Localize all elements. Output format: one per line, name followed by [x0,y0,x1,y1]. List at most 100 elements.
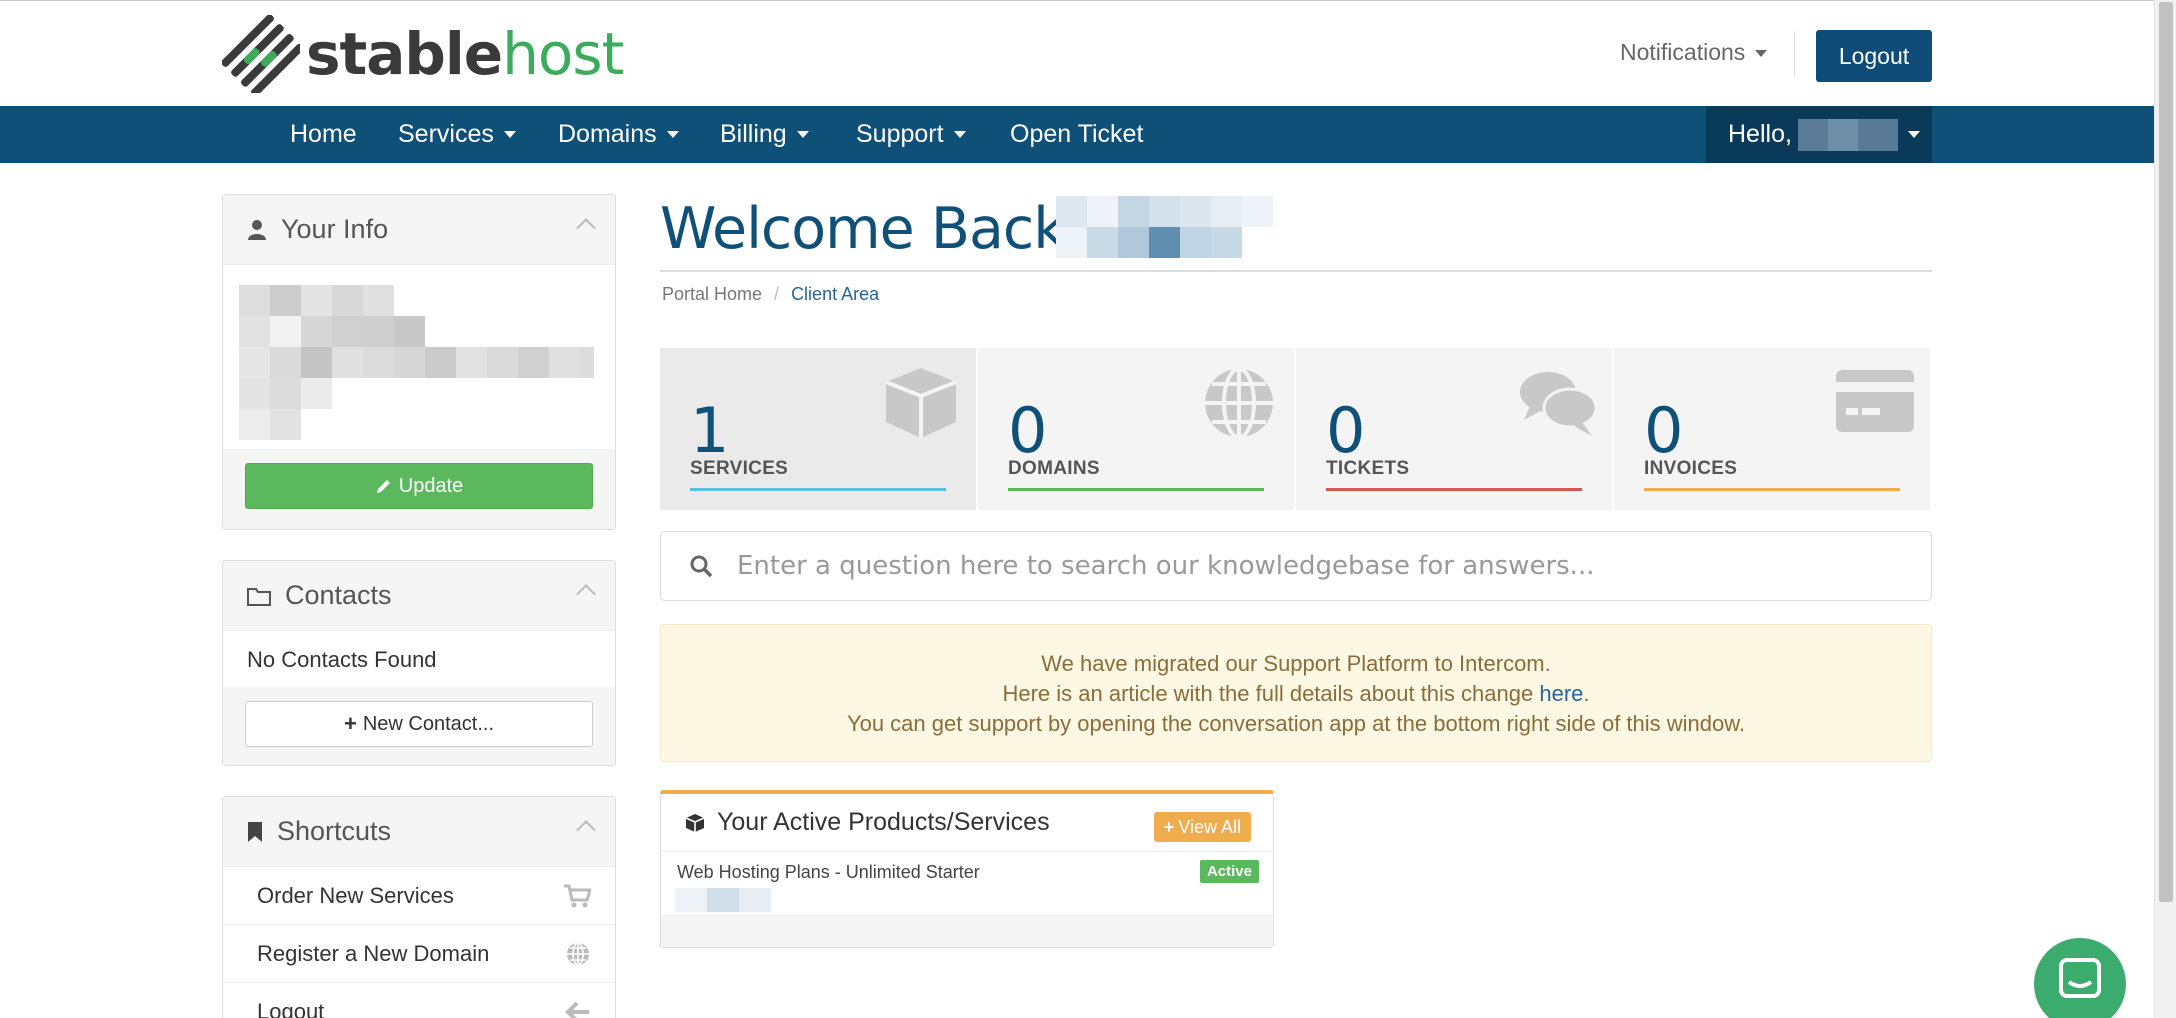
status-badge: Active [1199,860,1259,883]
your-info-footer: Update [223,449,615,529]
globe-icon [1205,367,1273,439]
user-menu[interactable]: Hello, [1706,106,1932,163]
tickets-count: 0 [1326,394,1366,467]
shortcut-register-domain[interactable]: Register a New Domain [223,925,615,983]
domains-label: DOMAINS [1008,458,1100,479]
breadcrumb-current: Client Area [791,284,880,304]
caret-down-icon [953,131,966,138]
knowledgebase-search [660,531,1932,601]
shortcut-logout[interactable]: Logout [223,983,615,1018]
alert-line-2-end: . [1583,681,1590,706]
shortcut-order-new-services[interactable]: Order New Services [223,867,615,925]
tickets-underline [1326,488,1582,491]
scrollbar-thumb[interactable] [2159,2,2173,902]
bookmark-icon [248,821,262,842]
tile-domains[interactable]: 0 DOMAINS [978,348,1296,510]
product-row-name[interactable]: Web Hosting Plans - Unlimited Starter [677,862,980,883]
caret-down-icon [666,131,679,138]
hello-label: Hello, [1728,120,1792,148]
nav-domains-label: Domains [558,120,657,148]
domains-count: 0 [1008,394,1048,467]
breadcrumb-separator: / [774,284,780,304]
contacts-panel: Contacts No Contacts Found + New Contact… [222,560,616,766]
nav-support-label: Support [856,120,944,148]
folder-icon [247,587,271,606]
nav-domains[interactable]: Domains [558,106,679,163]
contacts-footer: + New Contact... [223,687,615,765]
cart-icon [564,884,591,907]
shortcuts-header[interactable]: Shortcuts [223,797,615,867]
breadcrumb: Portal Home / Client Area [662,284,879,305]
chevron-up-icon[interactable] [576,820,596,840]
chevron-up-icon[interactable] [576,584,596,604]
stats-tiles: 1 SERVICES 0 DOMAINS 0 TICKETS 0 INVOICE… [660,348,1932,510]
shortcuts-title: Shortcuts [277,816,392,846]
update-button[interactable]: Update [245,463,593,509]
services-underline [690,488,946,491]
nav-services-label: Services [398,120,494,148]
user-icon [248,219,266,240]
notifications-label: Notifications [1620,39,1746,65]
caret-down-icon [1907,131,1920,138]
tickets-label: TICKETS [1326,458,1410,479]
alert-here-link[interactable]: here [1539,681,1583,706]
your-info-header[interactable]: Your Info [223,195,615,265]
shortcut-label: Logout [257,998,325,1018]
title-divider [660,270,1932,272]
cube-icon [685,813,705,832]
brand-logo[interactable]: stablehost [222,15,624,93]
logo-text-stable: stable [306,20,503,88]
products-footer [661,915,1273,947]
nav-services[interactable]: Services [398,106,516,163]
alert-line-2: Here is an article with the full details… [661,679,1931,709]
your-info-title: Your Info [281,214,389,244]
header-divider [1794,31,1795,77]
new-contact-button[interactable]: + New Contact... [245,701,593,747]
domains-underline [1008,488,1264,491]
alert-line-2-text: Here is an article with the full details… [1002,681,1540,706]
plus-icon: + [1163,816,1175,837]
tile-invoices[interactable]: 0 INVOICES [1614,348,1932,510]
caret-down-icon [796,131,809,138]
credit-card-icon [1836,370,1914,432]
notifications-dropdown[interactable]: Notifications [1620,39,1768,66]
nav-support[interactable]: Support [856,106,966,163]
invoices-count: 0 [1644,394,1684,467]
redacted-username [1797,118,1898,151]
nav-home[interactable]: Home [290,106,357,163]
nav-billing[interactable]: Billing [720,106,809,163]
caret-down-icon [503,131,516,138]
products-title: Your Active Products/Services [717,808,1050,836]
main-nav: Home Services Domains Billing Support Op… [0,106,2154,163]
caret-down-icon [1755,50,1768,58]
migration-alert: We have migrated our Support Platform to… [660,624,1932,762]
nav-home-label: Home [290,120,357,148]
nav-open-ticket[interactable]: Open Ticket [1010,106,1143,163]
view-all-button[interactable]: + View All [1153,812,1251,842]
search-input[interactable] [737,546,1887,586]
contacts-title: Contacts [285,580,392,610]
globe-icon [567,941,589,966]
page-scrollbar[interactable] [2154,0,2176,1018]
chevron-up-icon[interactable] [576,218,596,238]
invoices-label: INVOICES [1644,458,1738,479]
tile-tickets[interactable]: 0 TICKETS [1296,348,1614,510]
logout-button[interactable]: Logout [1816,30,1932,82]
shortcuts-panel: Shortcuts Order New Services Register a … [222,796,616,1018]
page-title: Welcome Back, [660,196,1083,262]
welcome-text: Welcome Back, [660,196,1083,262]
alert-line-1: We have migrated our Support Platform to… [1041,651,1551,676]
breadcrumb-home[interactable]: Portal Home [662,284,762,304]
contacts-header[interactable]: Contacts [223,561,615,631]
products-header: Your Active Products/Services + View All [661,794,1273,852]
services-count: 1 [690,394,730,467]
nav-billing-label: Billing [720,120,787,148]
chat-launcher-button[interactable] [2034,938,2126,1018]
stablehost-logo-icon [222,15,300,93]
alert-line-3: You can get support by opening the conve… [846,711,1746,736]
new-contact-label: New Contact... [362,712,495,735]
chat-icon [2059,958,2101,998]
active-products-panel: Your Active Products/Services + View All … [660,790,1274,948]
comments-icon [1520,372,1598,436]
tile-services[interactable]: 1 SERVICES [660,348,978,510]
